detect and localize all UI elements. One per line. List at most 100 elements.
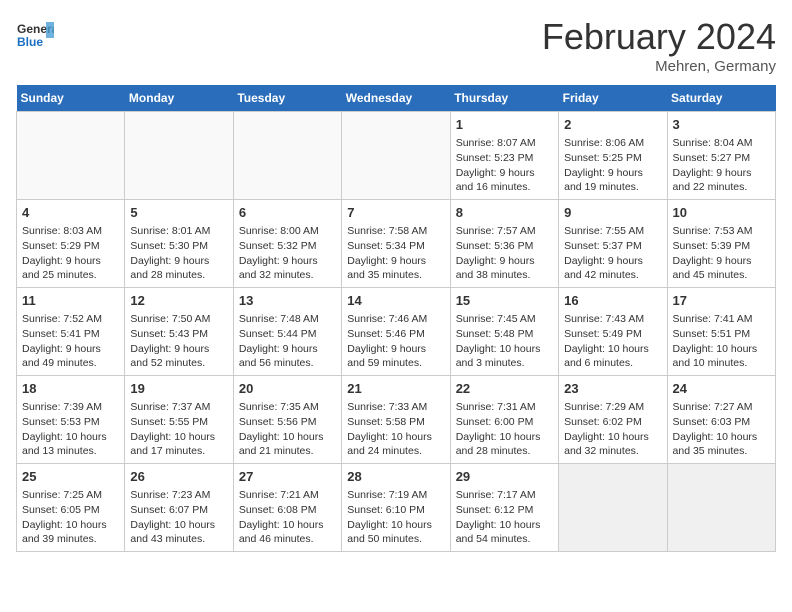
day-cell: 21 Sunrise: 7:33 AM Sunset: 5:58 PM Dayli… xyxy=(342,376,450,464)
day-cell: 9 Sunrise: 7:55 AM Sunset: 5:37 PM Daylig… xyxy=(559,200,667,288)
day-info: Sunrise: 8:03 AM Sunset: 5:29 PM Dayligh… xyxy=(22,224,119,283)
logo-svg: General Blue xyxy=(16,16,54,54)
day-info: Sunrise: 7:58 AM Sunset: 5:34 PM Dayligh… xyxy=(347,224,444,283)
day-info: Sunrise: 7:57 AM Sunset: 5:36 PM Dayligh… xyxy=(456,224,553,283)
day-cell: 13Sunrise: 7:48 AM Sunset: 5:44 PM Dayli… xyxy=(233,288,341,376)
day-number: 29 xyxy=(456,468,553,486)
day-number: 15 xyxy=(456,292,553,310)
day-number: 1 xyxy=(456,116,553,134)
day-cell xyxy=(342,112,450,200)
day-number: 27 xyxy=(239,468,336,486)
week-row-4: 18Sunrise: 7:39 AM Sunset: 5:53 PM Dayli… xyxy=(17,376,776,464)
day-info: Sunrise: 7:27 AM Sunset: 6:03 PM Dayligh… xyxy=(673,400,770,459)
title-block: February 2024 Mehren, Germany xyxy=(542,16,776,75)
day-info: Sunrise: 7:29 AM Sunset: 6:02 PM Dayligh… xyxy=(564,400,661,459)
day-info: Sunrise: 8:07 AM Sunset: 5:23 PM Dayligh… xyxy=(456,136,553,195)
week-row-3: 11Sunrise: 7:52 AM Sunset: 5:41 PM Dayli… xyxy=(17,288,776,376)
day-info: Sunrise: 8:04 AM Sunset: 5:27 PM Dayligh… xyxy=(673,136,770,195)
day-number: 26 xyxy=(130,468,227,486)
day-number: 2 xyxy=(564,116,661,134)
day-number: 7 xyxy=(347,204,444,222)
day-number: 19 xyxy=(130,380,227,398)
day-cell: 26Sunrise: 7:23 AM Sunset: 6:07 PM Dayli… xyxy=(125,464,233,552)
day-cell: 6 Sunrise: 8:00 AM Sunset: 5:32 PM Daylig… xyxy=(233,200,341,288)
day-cell: 25Sunrise: 7:25 AM Sunset: 6:05 PM Dayli… xyxy=(17,464,125,552)
calendar-table: SundayMondayTuesdayWednesdayThursdayFrid… xyxy=(16,85,776,552)
day-info: Sunrise: 7:35 AM Sunset: 5:56 PM Dayligh… xyxy=(239,400,336,459)
day-number: 10 xyxy=(673,204,770,222)
day-number: 4 xyxy=(22,204,119,222)
day-cell xyxy=(233,112,341,200)
day-info: Sunrise: 7:25 AM Sunset: 6:05 PM Dayligh… xyxy=(22,488,119,547)
day-cell: 8 Sunrise: 7:57 AM Sunset: 5:36 PM Daylig… xyxy=(450,200,558,288)
day-cell: 19 Sunrise: 7:37 AM Sunset: 5:55 PM Dayli… xyxy=(125,376,233,464)
day-number: 12 xyxy=(130,292,227,310)
day-info: Sunrise: 7:33 AM Sunset: 5:58 PM Dayligh… xyxy=(347,400,444,459)
day-cell: 18Sunrise: 7:39 AM Sunset: 5:53 PM Dayli… xyxy=(17,376,125,464)
day-number: 16 xyxy=(564,292,661,310)
day-cell: 27 Sunrise: 7:21 AM Sunset: 6:08 PM Dayli… xyxy=(233,464,341,552)
header: General Blue February 2024 Mehren, Germa… xyxy=(16,16,776,75)
day-cell xyxy=(125,112,233,200)
day-number: 8 xyxy=(456,204,553,222)
day-number: 14 xyxy=(347,292,444,310)
day-cell: 14 Sunrise: 7:46 AM Sunset: 5:46 PM Dayli… xyxy=(342,288,450,376)
header-cell-sunday: Sunday xyxy=(17,85,125,112)
day-cell: 10 Sunrise: 7:53 AM Sunset: 5:39 PM Dayli… xyxy=(667,200,775,288)
day-number: 13 xyxy=(239,292,336,310)
day-cell: 24 Sunrise: 7:27 AM Sunset: 6:03 PM Dayli… xyxy=(667,376,775,464)
header-row: SundayMondayTuesdayWednesdayThursdayFrid… xyxy=(17,85,776,112)
day-number: 21 xyxy=(347,380,444,398)
day-number: 9 xyxy=(564,204,661,222)
week-row-1: 1 Sunrise: 8:07 AM Sunset: 5:23 PM Daylig… xyxy=(17,112,776,200)
day-cell xyxy=(559,464,667,552)
day-number: 6 xyxy=(239,204,336,222)
day-info: Sunrise: 7:53 AM Sunset: 5:39 PM Dayligh… xyxy=(673,224,770,283)
day-cell: 2 Sunrise: 8:06 AM Sunset: 5:25 PM Daylig… xyxy=(559,112,667,200)
header-cell-monday: Monday xyxy=(125,85,233,112)
logo: General Blue xyxy=(16,16,54,54)
day-cell: 23 Sunrise: 7:29 AM Sunset: 6:02 PM Dayli… xyxy=(559,376,667,464)
day-cell: 5 Sunrise: 8:01 AM Sunset: 5:30 PM Daylig… xyxy=(125,200,233,288)
week-row-2: 4 Sunrise: 8:03 AM Sunset: 5:29 PM Daylig… xyxy=(17,200,776,288)
header-cell-friday: Friday xyxy=(559,85,667,112)
day-info: Sunrise: 7:52 AM Sunset: 5:41 PM Dayligh… xyxy=(22,312,119,371)
day-info: Sunrise: 8:06 AM Sunset: 5:25 PM Dayligh… xyxy=(564,136,661,195)
day-info: Sunrise: 7:19 AM Sunset: 6:10 PM Dayligh… xyxy=(347,488,444,547)
day-info: Sunrise: 7:41 AM Sunset: 5:51 PM Dayligh… xyxy=(673,312,770,371)
day-cell: 7 Sunrise: 7:58 AM Sunset: 5:34 PM Daylig… xyxy=(342,200,450,288)
day-info: Sunrise: 7:21 AM Sunset: 6:08 PM Dayligh… xyxy=(239,488,336,547)
day-cell: 15Sunrise: 7:45 AM Sunset: 5:48 PM Dayli… xyxy=(450,288,558,376)
day-info: Sunrise: 7:55 AM Sunset: 5:37 PM Dayligh… xyxy=(564,224,661,283)
day-info: Sunrise: 7:37 AM Sunset: 5:55 PM Dayligh… xyxy=(130,400,227,459)
header-cell-saturday: Saturday xyxy=(667,85,775,112)
day-info: Sunrise: 8:01 AM Sunset: 5:30 PM Dayligh… xyxy=(130,224,227,283)
day-cell: 20Sunrise: 7:35 AM Sunset: 5:56 PM Dayli… xyxy=(233,376,341,464)
location-title: Mehren, Germany xyxy=(542,58,776,75)
month-title: February 2024 xyxy=(542,16,776,58)
day-info: Sunrise: 7:39 AM Sunset: 5:53 PM Dayligh… xyxy=(22,400,119,459)
day-info: Sunrise: 8:00 AM Sunset: 5:32 PM Dayligh… xyxy=(239,224,336,283)
day-number: 3 xyxy=(673,116,770,134)
day-info: Sunrise: 7:50 AM Sunset: 5:43 PM Dayligh… xyxy=(130,312,227,371)
day-number: 17 xyxy=(673,292,770,310)
header-cell-thursday: Thursday xyxy=(450,85,558,112)
day-cell: 12 Sunrise: 7:50 AM Sunset: 5:43 PM Dayli… xyxy=(125,288,233,376)
day-info: Sunrise: 7:17 AM Sunset: 6:12 PM Dayligh… xyxy=(456,488,553,547)
week-row-5: 25Sunrise: 7:25 AM Sunset: 6:05 PM Dayli… xyxy=(17,464,776,552)
day-cell: 16 Sunrise: 7:43 AM Sunset: 5:49 PM Dayli… xyxy=(559,288,667,376)
day-info: Sunrise: 7:46 AM Sunset: 5:46 PM Dayligh… xyxy=(347,312,444,371)
day-number: 24 xyxy=(673,380,770,398)
header-cell-tuesday: Tuesday xyxy=(233,85,341,112)
day-cell: 1 Sunrise: 8:07 AM Sunset: 5:23 PM Daylig… xyxy=(450,112,558,200)
day-number: 22 xyxy=(456,380,553,398)
day-number: 28 xyxy=(347,468,444,486)
day-cell xyxy=(667,464,775,552)
day-cell: 17 Sunrise: 7:41 AM Sunset: 5:51 PM Dayli… xyxy=(667,288,775,376)
day-number: 23 xyxy=(564,380,661,398)
svg-text:Blue: Blue xyxy=(17,35,43,49)
day-cell: 4 Sunrise: 8:03 AM Sunset: 5:29 PM Daylig… xyxy=(17,200,125,288)
header-cell-wednesday: Wednesday xyxy=(342,85,450,112)
day-info: Sunrise: 7:43 AM Sunset: 5:49 PM Dayligh… xyxy=(564,312,661,371)
day-number: 5 xyxy=(130,204,227,222)
